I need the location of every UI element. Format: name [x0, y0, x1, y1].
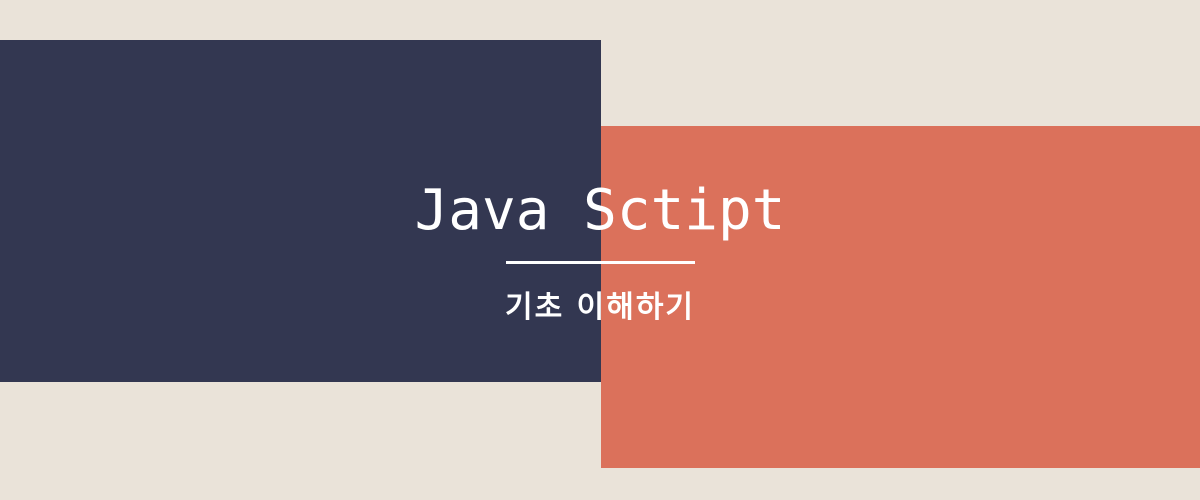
- title-divider: [506, 261, 695, 264]
- banner-title: Java Sctipt: [414, 178, 786, 243]
- title-banner: Java Sctipt 기초 이해하기: [0, 0, 1200, 500]
- banner-subtitle: 기초 이해하기: [504, 290, 696, 325]
